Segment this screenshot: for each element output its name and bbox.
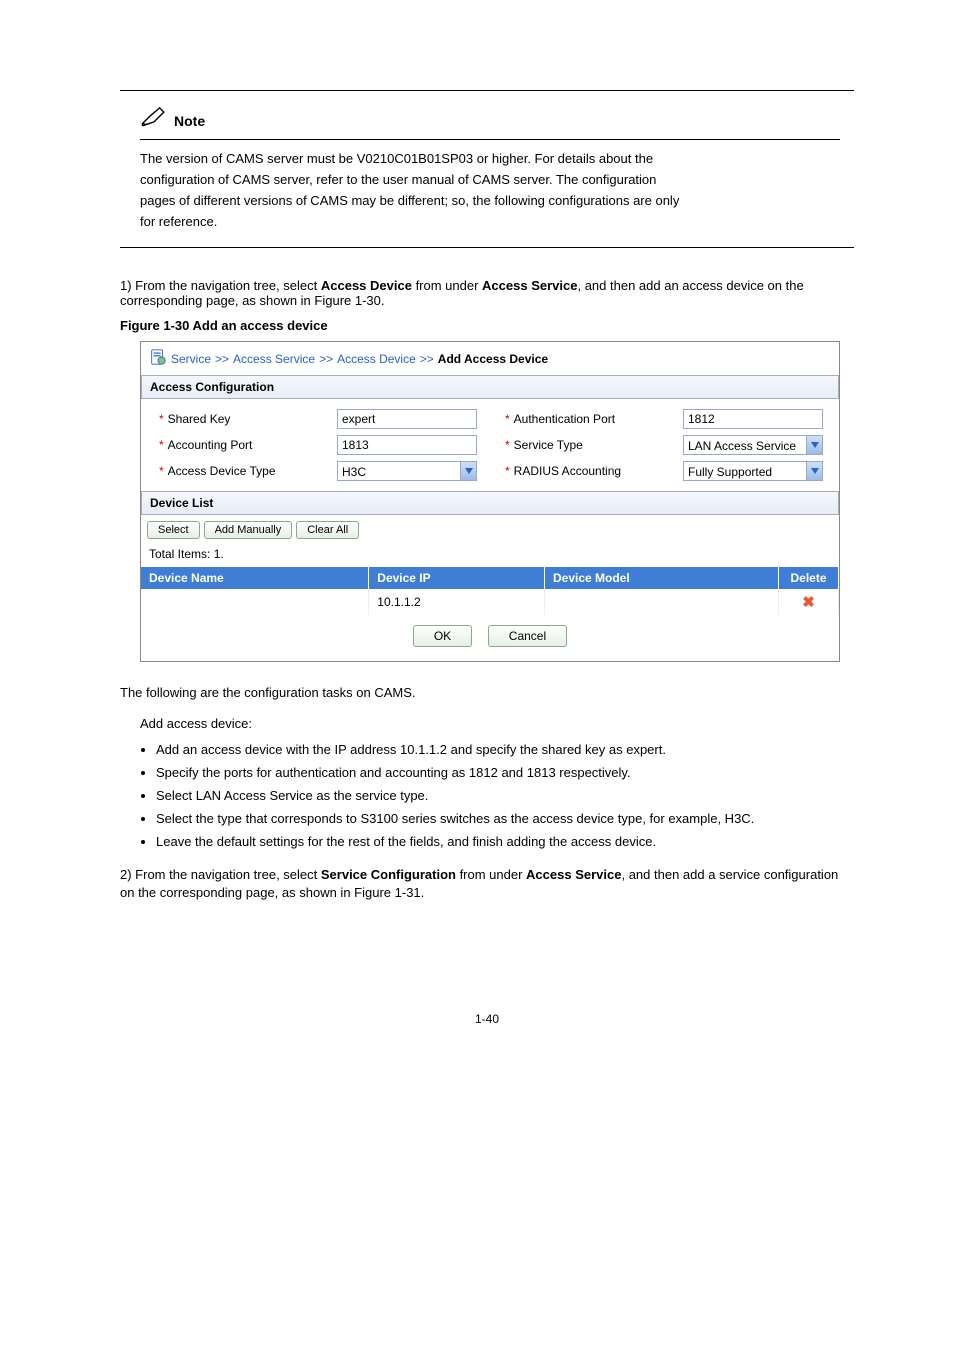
- label-acct-port: Accounting Port: [168, 438, 253, 452]
- page-number: 1-40: [120, 1012, 854, 1026]
- chevron-down-icon: [460, 462, 476, 480]
- breadcrumb: Service >> Access Service >> Access Devi…: [141, 342, 839, 375]
- note-divider: [140, 139, 840, 140]
- auth-port-input[interactable]: [683, 409, 823, 429]
- device-table: Device Name Device IP Device Model Delet…: [141, 567, 839, 615]
- table-row: 10.1.1.2 ✖: [141, 589, 839, 615]
- list-item: Select LAN Access Service as the service…: [156, 787, 854, 806]
- crumb-sep: >>: [215, 352, 229, 366]
- delete-icon[interactable]: ✖: [802, 594, 815, 611]
- horizontal-rule-top: [120, 90, 854, 91]
- list-item: Leave the default settings for the rest …: [156, 833, 854, 852]
- access-config-header: Access Configuration: [141, 375, 839, 399]
- col-device-model: Device Model: [545, 567, 779, 589]
- label-device-type: Access Device Type: [168, 464, 276, 478]
- add-manually-button[interactable]: Add Manually: [204, 521, 293, 539]
- shared-key-input[interactable]: [337, 409, 477, 429]
- total-items: Total Items: 1.: [141, 545, 839, 567]
- crumb-current: Add Access Device: [438, 352, 548, 366]
- acct-port-input[interactable]: [337, 435, 477, 455]
- figure-caption: Figure 1-30 Add an access device: [120, 318, 854, 333]
- access-config-form: *Shared Key *Authentication Port *Accoun…: [141, 399, 839, 491]
- intro-text: The following are the configuration task…: [120, 684, 854, 702]
- list-item: Add an access device with the IP address…: [156, 741, 854, 760]
- list-item: Specify the ports for authentication and…: [156, 764, 854, 783]
- service-type-select[interactable]: LAN Access Service: [683, 435, 823, 455]
- list-item: Select the type that corresponds to S310…: [156, 810, 854, 829]
- cell-device-ip: 10.1.1.2: [369, 589, 545, 615]
- document-icon: [149, 348, 167, 369]
- label-service-type: Service Type: [514, 438, 583, 452]
- crumb-access-service[interactable]: Access Service: [233, 352, 315, 366]
- note-hand-pencil-icon: [140, 106, 168, 131]
- col-delete: Delete: [779, 567, 839, 589]
- ok-button[interactable]: OK: [413, 625, 472, 647]
- select-button[interactable]: Select: [147, 521, 200, 539]
- label-shared-key: Shared Key: [168, 412, 231, 426]
- body-step-1: 1) From the navigation tree, select Acce…: [120, 278, 854, 308]
- crumb-sep: >>: [319, 352, 333, 366]
- bullet-list: Add an access device with the IP address…: [156, 741, 854, 851]
- crumb-access-device[interactable]: Access Device: [337, 352, 416, 366]
- chevron-down-icon: [806, 462, 822, 480]
- radius-acct-select[interactable]: Fully Supported: [683, 461, 823, 481]
- note-label: Note: [174, 113, 205, 131]
- label-auth-port: Authentication Port: [514, 412, 615, 426]
- cancel-button[interactable]: Cancel: [488, 625, 567, 647]
- col-device-ip: Device IP: [369, 567, 545, 589]
- figure-add-access-device: Service >> Access Service >> Access Devi…: [140, 341, 840, 662]
- device-list-header: Device List: [141, 491, 839, 515]
- horizontal-rule-mid: [120, 247, 854, 248]
- label-radius-acct: RADIUS Accounting: [514, 464, 621, 478]
- body-add-access-device: 1) From the navigation tree, select Add …: [140, 715, 854, 734]
- crumb-service[interactable]: Service: [171, 352, 211, 366]
- crumb-sep: >>: [420, 352, 434, 366]
- device-type-select[interactable]: H3C: [337, 461, 477, 481]
- body-step-2: 2) From the navigation tree, select Serv…: [120, 866, 854, 902]
- clear-all-button[interactable]: Clear All: [296, 521, 359, 539]
- note-block: Note: [140, 106, 854, 131]
- col-device-name: Device Name: [141, 567, 369, 589]
- note-text: The version of CAMS server must be V0210…: [140, 150, 840, 231]
- chevron-down-icon: [806, 436, 822, 454]
